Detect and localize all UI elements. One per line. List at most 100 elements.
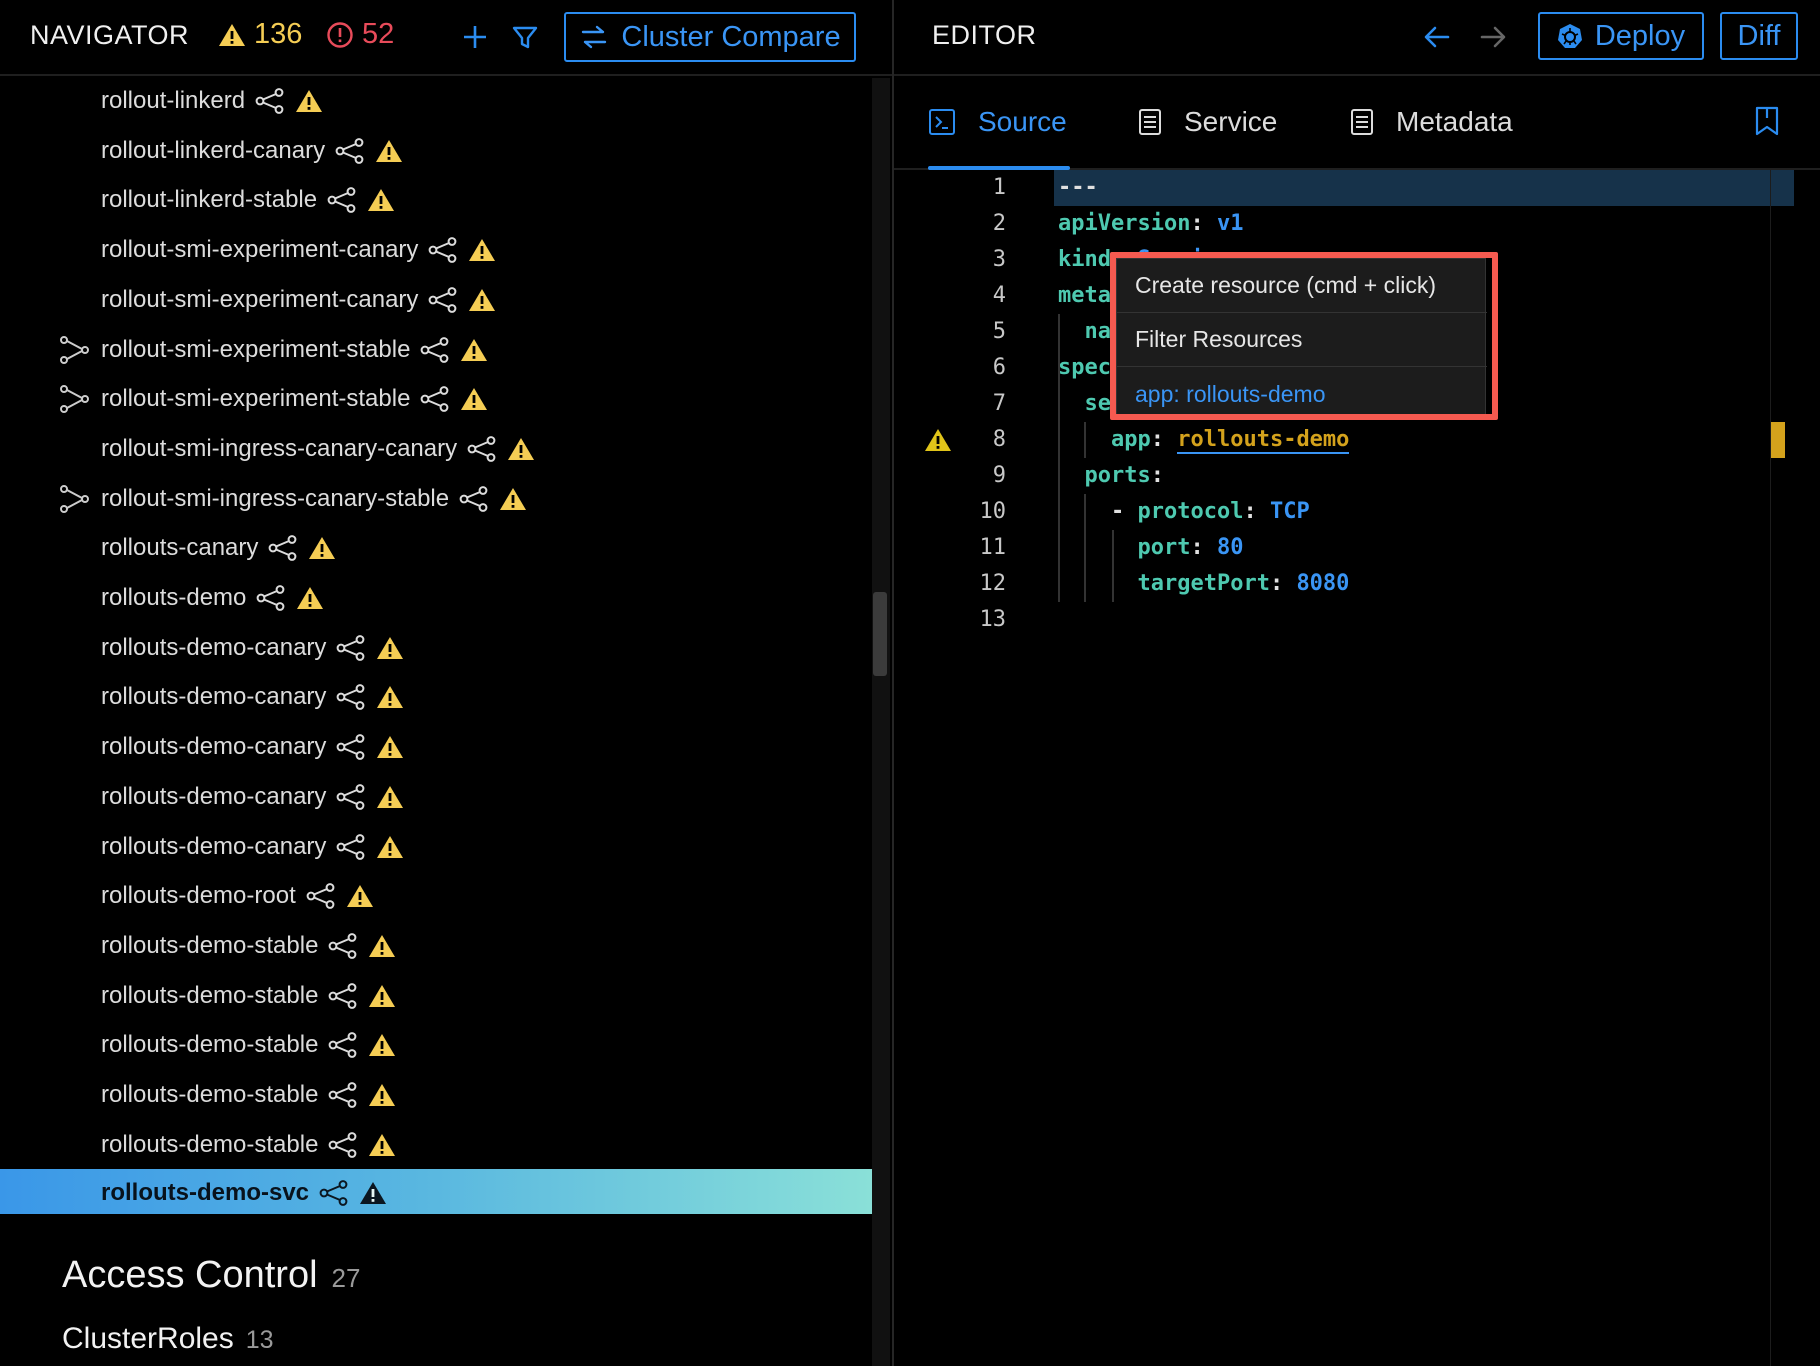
warning-icon[interactable] [375,138,403,164]
filter-resources-item[interactable]: Filter Resources [1117,313,1487,367]
tree-item[interactable]: rollouts-demo-stable [0,1022,872,1068]
share-icon[interactable] [268,535,298,561]
tree-item[interactable]: rollouts-demo-canary [0,625,872,671]
tree-item[interactable]: rollouts-demo-stable [0,923,872,969]
warning-icon[interactable] [376,635,404,661]
warning-icon[interactable] [368,1132,396,1158]
code-line[interactable]: 10 - protocol: TCP [894,494,1794,530]
share-icon[interactable] [327,187,357,213]
warning-icon[interactable] [468,237,496,263]
expand-icon[interactable] [60,385,90,413]
share-icon[interactable] [467,436,497,462]
tree-item[interactable]: rollout-smi-experiment-canary [0,277,872,323]
code-line[interactable]: 9 ports: [894,458,1794,494]
tree-item[interactable]: rollout-linkerd [0,78,872,124]
bookmark-icon[interactable] [1754,106,1780,136]
warning-marker[interactable] [1771,422,1785,458]
share-icon[interactable] [328,1032,358,1058]
share-icon[interactable] [336,734,366,760]
share-icon[interactable] [428,287,458,313]
tree-item[interactable]: rollouts-demo [0,575,872,621]
warning-icon[interactable] [368,933,396,959]
share-icon[interactable] [336,834,366,860]
filter-icon[interactable] [508,20,542,54]
tree-item[interactable]: rollouts-canary [0,525,872,571]
tree-item[interactable]: rollout-linkerd-canary [0,128,872,174]
share-icon[interactable] [336,635,366,661]
warning-icon[interactable] [460,337,488,363]
warning-icon[interactable] [359,1180,387,1206]
warning-icon[interactable] [367,187,395,213]
error-count[interactable]: 52 [326,18,394,51]
share-icon[interactable] [255,88,285,114]
warning-icon[interactable] [376,784,404,810]
share-icon[interactable] [420,386,450,412]
code-line[interactable]: 8 app: rollouts-demo [894,422,1794,458]
code-line[interactable]: 1 --- [894,170,1794,206]
tree-item[interactable]: rollout-smi-experiment-canary [0,227,872,273]
share-icon[interactable] [336,784,366,810]
share-icon[interactable] [328,1132,358,1158]
tab-service[interactable]: Service [1138,106,1277,138]
warning-icon[interactable] [376,734,404,760]
tree-item[interactable]: rollouts-demo-root [0,873,872,919]
warning-icon[interactable] [308,535,336,561]
share-icon[interactable] [306,883,336,909]
tree-item[interactable]: rollout-smi-experiment-stable [0,327,872,373]
tree-item[interactable]: rollouts-demo-stable [0,1072,872,1118]
warning-icon[interactable] [368,1082,396,1108]
warning-icon[interactable] [368,983,396,1009]
tab-source[interactable]: Source [928,106,1067,138]
cluster-compare-button[interactable]: Cluster Compare [564,12,856,62]
share-icon[interactable] [256,585,286,611]
tree-item[interactable]: rollout-smi-ingress-canary-stable [0,476,872,522]
gutter-warning-icon[interactable] [924,427,952,453]
tab-metadata[interactable]: Metadata [1350,106,1513,138]
warning-icon[interactable] [346,883,374,909]
warning-count[interactable]: 136 [218,18,302,51]
share-icon[interactable] [328,983,358,1009]
share-icon[interactable] [328,933,358,959]
warning-icon[interactable] [468,287,496,313]
tree-item[interactable]: rollout-linkerd-stable [0,177,872,223]
warning-icon[interactable] [507,436,535,462]
warning-icon[interactable] [296,585,324,611]
expand-icon[interactable] [60,336,90,364]
expand-icon[interactable] [60,485,90,513]
tree-item[interactable]: rollouts-demo-canary [0,724,872,770]
editor-scrollbar[interactable] [1770,170,1800,1366]
section-access-control[interactable]: Access Control 27 [62,1254,360,1297]
warning-icon[interactable] [376,684,404,710]
diff-button[interactable]: Diff [1720,12,1798,60]
warning-icon[interactable] [368,1032,396,1058]
share-icon[interactable] [459,486,489,512]
tree-item[interactable]: rollout-smi-ingress-canary-canary [0,426,872,472]
warning-icon[interactable] [295,88,323,114]
warning-icon[interactable] [376,834,404,860]
code-line[interactable]: 2 apiVersion: v1 [894,206,1794,242]
tree-item[interactable]: rollouts-demo-canary [0,674,872,720]
tree-item[interactable]: rollout-smi-experiment-stable [0,376,872,422]
code-line[interactable]: 13 [894,602,1794,638]
navigator-scrollbar-thumb[interactable] [873,592,887,676]
add-icon[interactable] [458,20,492,54]
forward-arrow-icon[interactable] [1476,20,1510,54]
navigator-scrollbar-track[interactable] [872,78,890,1366]
share-icon[interactable] [335,138,365,164]
code-line[interactable]: 11 port: 80 [894,530,1794,566]
tree-item[interactable]: rollouts-demo-canary [0,774,872,820]
tree-item[interactable]: rollouts-demo-svc [0,1169,872,1214]
selector-link[interactable]: app: rollouts-demo [1117,367,1487,421]
tree-item[interactable]: rollouts-demo-stable [0,1122,872,1168]
tree-item[interactable]: rollouts-demo-stable [0,973,872,1019]
deploy-button[interactable]: Deploy [1538,12,1704,60]
subsection-clusterroles[interactable]: ClusterRoles 13 [62,1322,274,1356]
share-icon[interactable] [428,237,458,263]
warning-icon[interactable] [499,486,527,512]
code-line[interactable]: 12 targetPort: 8080 [894,566,1794,602]
create-resource-item[interactable]: Create resource (cmd + click) [1117,259,1487,313]
share-icon[interactable] [420,337,450,363]
share-icon[interactable] [319,1180,349,1206]
tree-item[interactable]: rollouts-demo-canary [0,824,872,870]
share-icon[interactable] [328,1082,358,1108]
